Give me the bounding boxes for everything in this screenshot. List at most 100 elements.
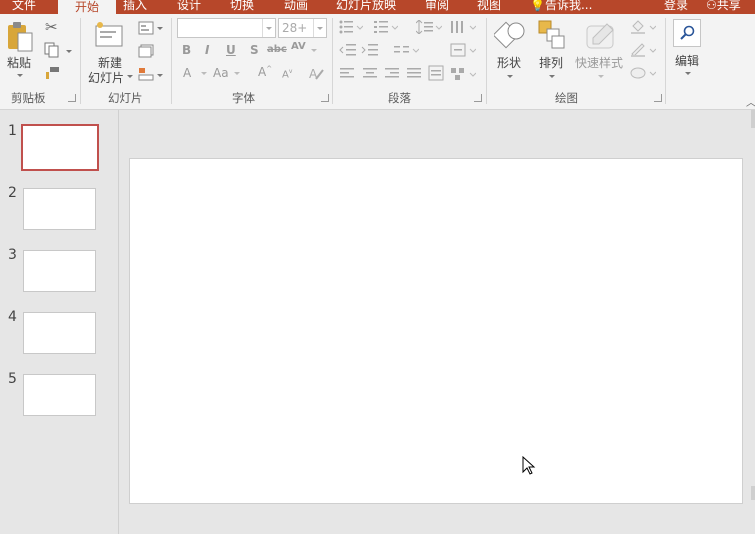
divider xyxy=(486,18,487,104)
italic-icon[interactable]: I xyxy=(205,43,209,57)
bold-icon[interactable]: B xyxy=(182,43,191,57)
arrange-dropdown-icon[interactable] xyxy=(549,75,555,78)
scroll-down-handle[interactable] xyxy=(751,486,755,500)
tab-design[interactable]: 设计 xyxy=(177,0,201,13)
thumbnail-number: 1 xyxy=(8,123,17,139)
share-button[interactable]: ⚇共享 xyxy=(706,0,741,13)
section-dropdown-icon[interactable] xyxy=(157,74,163,77)
reset-slide-icon[interactable] xyxy=(138,44,154,58)
collapse-ribbon-icon[interactable]: ︿ xyxy=(746,94,755,109)
person-icon: ⚇ xyxy=(706,0,717,12)
slide-thumbnail-pane[interactable]: 1 2 3 4 5 xyxy=(0,110,119,534)
section-icon[interactable] xyxy=(138,67,154,81)
quick-styles-icon[interactable] xyxy=(585,20,617,52)
arrange-icon[interactable] xyxy=(538,20,566,50)
bullets-icon[interactable] xyxy=(339,20,363,34)
distributed-icon[interactable] xyxy=(428,65,446,81)
divider xyxy=(80,18,81,104)
new-slide-icon[interactable] xyxy=(94,20,126,52)
columns-icon[interactable] xyxy=(393,43,419,57)
format-painter-icon[interactable] xyxy=(44,66,60,80)
editing-button[interactable] xyxy=(673,19,701,47)
numbering-icon[interactable] xyxy=(374,20,398,34)
tab-animations[interactable]: 动画 xyxy=(284,0,308,13)
cut-icon[interactable]: ✂ xyxy=(45,18,58,36)
justify-icon[interactable] xyxy=(406,67,424,79)
paste-label: 粘贴 xyxy=(7,56,32,70)
share-label: 共享 xyxy=(716,0,741,12)
shapes-label: 形状 xyxy=(497,56,522,70)
shapes-icon[interactable] xyxy=(494,19,526,51)
slide-thumbnail-2[interactable] xyxy=(23,188,96,230)
tab-review[interactable]: 审阅 xyxy=(425,0,449,13)
copy-dropdown-icon[interactable] xyxy=(66,50,72,53)
shape-fill-icon[interactable] xyxy=(630,20,656,34)
new-slide-dropdown-icon[interactable] xyxy=(127,75,133,78)
underline-icon[interactable]: U xyxy=(226,43,236,57)
slide-thumbnail-4[interactable] xyxy=(23,312,96,354)
slide-canvas[interactable] xyxy=(129,158,743,504)
divider xyxy=(171,18,172,104)
slide-thumbnail-3[interactable] xyxy=(23,250,96,292)
shapes-dropdown-icon[interactable] xyxy=(507,75,513,78)
smartart-icon[interactable] xyxy=(450,67,476,81)
change-case-dropdown-icon[interactable] xyxy=(234,72,240,75)
tab-home[interactable]: 开始 xyxy=(58,0,116,14)
font-size-value: 28+ xyxy=(282,21,308,35)
align-text-icon[interactable] xyxy=(450,43,476,57)
font-name-combo[interactable] xyxy=(177,18,276,38)
slide-thumbnail-1[interactable] xyxy=(21,124,99,171)
tab-file[interactable]: 文件 xyxy=(12,0,36,13)
increase-indent-icon[interactable] xyxy=(361,43,379,57)
align-right-icon[interactable] xyxy=(384,67,402,79)
editing-label: 编辑 xyxy=(675,54,700,68)
tab-slideshow[interactable]: 幻灯片放映 xyxy=(336,0,396,13)
shadow-icon[interactable]: S xyxy=(250,43,259,57)
arrange-label: 排列 xyxy=(539,56,564,70)
clipboard-launcher-icon[interactable] xyxy=(68,94,76,102)
chevron-down-icon xyxy=(266,27,272,30)
paragraph-launcher-icon[interactable] xyxy=(474,94,482,102)
copy-icon[interactable] xyxy=(44,42,60,58)
shape-effects-icon[interactable] xyxy=(630,66,656,80)
char-spacing-icon[interactable]: AV xyxy=(291,41,306,52)
strikethrough-icon[interactable]: abc xyxy=(267,44,287,55)
mouse-pointer-icon xyxy=(522,456,536,475)
grow-font-icon[interactable]: A^ xyxy=(258,65,272,79)
quick-styles-dropdown-icon[interactable] xyxy=(598,75,604,78)
group-label-paragraph: 段落 xyxy=(388,91,411,105)
vertical-scrollbar[interactable] xyxy=(751,110,755,534)
tell-me-search[interactable]: 💡告诉我... xyxy=(530,0,592,13)
slide-thumbnail-5[interactable] xyxy=(23,374,96,416)
decrease-indent-icon[interactable] xyxy=(339,43,357,57)
font-color-dropdown-icon[interactable] xyxy=(201,72,207,75)
layout-icon[interactable] xyxy=(138,21,154,35)
paste-button[interactable] xyxy=(6,21,34,53)
change-case-icon[interactable]: Aa xyxy=(213,66,229,80)
font-name-dropdown[interactable] xyxy=(262,19,275,37)
font-launcher-icon[interactable] xyxy=(321,94,329,102)
line-spacing-icon[interactable] xyxy=(416,20,442,34)
thumbnail-number: 4 xyxy=(8,309,17,325)
tab-insert[interactable]: 插入 xyxy=(123,0,147,13)
group-label-font: 字体 xyxy=(232,91,255,105)
font-size-combo[interactable]: 28+ xyxy=(278,18,327,38)
editing-dropdown-icon[interactable] xyxy=(685,72,691,75)
char-spacing-dropdown-icon[interactable] xyxy=(311,49,317,52)
font-size-dropdown[interactable] xyxy=(313,19,326,37)
align-center-icon[interactable] xyxy=(362,67,380,79)
text-direction-icon[interactable] xyxy=(450,20,476,34)
shape-outline-icon[interactable] xyxy=(630,43,656,57)
align-left-icon[interactable] xyxy=(339,67,357,79)
font-color-icon[interactable]: A xyxy=(183,66,191,80)
tab-transitions[interactable]: 切换 xyxy=(230,0,254,13)
tab-view[interactable]: 视图 xyxy=(477,0,501,13)
clear-formatting-icon[interactable]: A xyxy=(308,66,324,80)
paste-dropdown-icon[interactable] xyxy=(17,74,23,77)
drawing-launcher-icon[interactable] xyxy=(654,94,662,102)
layout-dropdown-icon[interactable] xyxy=(157,27,163,30)
scroll-up-handle[interactable] xyxy=(751,110,755,128)
shrink-font-icon[interactable]: Av xyxy=(282,68,292,80)
group-label-drawing: 绘图 xyxy=(555,91,578,105)
sign-in-link[interactable]: 登录 xyxy=(664,0,688,13)
